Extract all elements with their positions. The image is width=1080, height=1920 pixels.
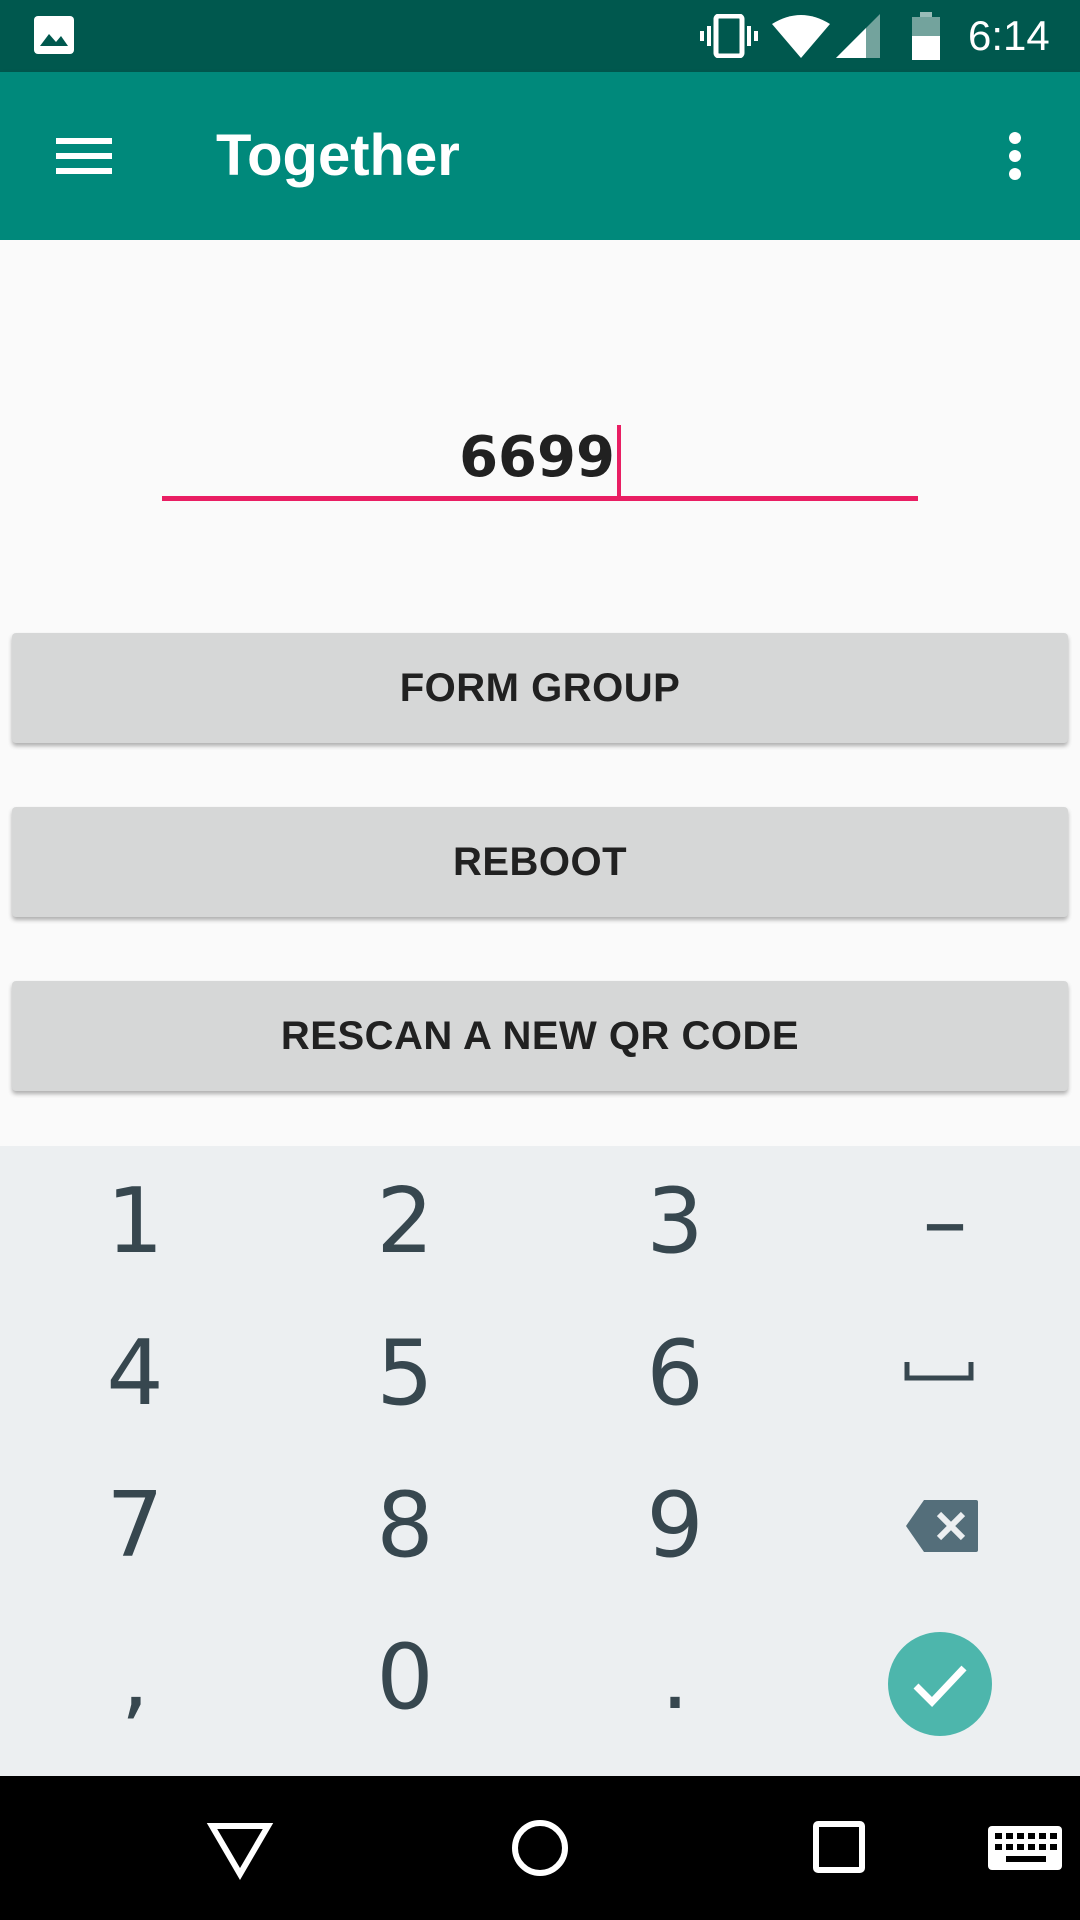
key-period[interactable]: .: [540, 1602, 810, 1754]
key-6[interactable]: 6: [540, 1298, 810, 1450]
key-8[interactable]: 8: [270, 1450, 540, 1602]
key-7[interactable]: 7: [0, 1450, 270, 1602]
key-minus[interactable]: –: [810, 1146, 1080, 1298]
rescan-qr-button[interactable]: RESCAN A NEW QR CODE: [12, 981, 1068, 1091]
group-code-input[interactable]: 6699: [162, 410, 918, 506]
battery-icon: [912, 12, 940, 60]
wifi-icon: [772, 15, 830, 58]
key-4[interactable]: 4: [0, 1298, 270, 1450]
text-cursor: [616, 424, 621, 497]
key-0[interactable]: 0: [270, 1602, 540, 1754]
back-icon[interactable]: [200, 1812, 280, 1884]
main-content: 6699 FORM GROUP REBOOT RESCAN A NEW QR C…: [0, 240, 1080, 1146]
home-icon[interactable]: [500, 1812, 580, 1884]
hamburger-menu-icon[interactable]: [40, 116, 130, 196]
key-comma[interactable]: ,: [0, 1602, 270, 1754]
numeric-keyboard: 1 2 3 – 4 5 6 7 8 9 , 0 .: [0, 1146, 1080, 1776]
app-toolbar: Together: [0, 72, 1080, 240]
key-1[interactable]: 1: [0, 1146, 270, 1298]
done-button[interactable]: [888, 1632, 992, 1736]
gallery-icon: [34, 16, 74, 54]
more-vert-icon[interactable]: [990, 116, 1040, 196]
key-space[interactable]: [810, 1298, 1080, 1450]
key-5[interactable]: 5: [270, 1298, 540, 1450]
recents-icon[interactable]: [800, 1812, 880, 1884]
input-underline: [162, 496, 918, 501]
key-backspace[interactable]: [810, 1450, 1080, 1602]
group-code-value: 6699: [162, 420, 918, 497]
key-2[interactable]: 2: [270, 1146, 540, 1298]
page-title: Together: [216, 123, 460, 188]
key-9[interactable]: 9: [540, 1450, 810, 1602]
checkmark-icon: [913, 1665, 967, 1708]
clock: 6:14: [968, 12, 1050, 59]
space-icon: [904, 1362, 974, 1381]
form-group-button[interactable]: FORM GROUP: [12, 633, 1068, 743]
status-bar: 6:14: [0, 0, 1080, 72]
system-nav-bar: [0, 1776, 1080, 1920]
group-code-text: 6699: [459, 425, 615, 490]
keyboard-icon[interactable]: [980, 1812, 1070, 1884]
signal-icon: [836, 14, 880, 58]
reboot-button[interactable]: REBOOT: [12, 807, 1068, 917]
vibrate-icon: [700, 14, 758, 58]
backspace-icon: [906, 1500, 978, 1552]
key-3[interactable]: 3: [540, 1146, 810, 1298]
